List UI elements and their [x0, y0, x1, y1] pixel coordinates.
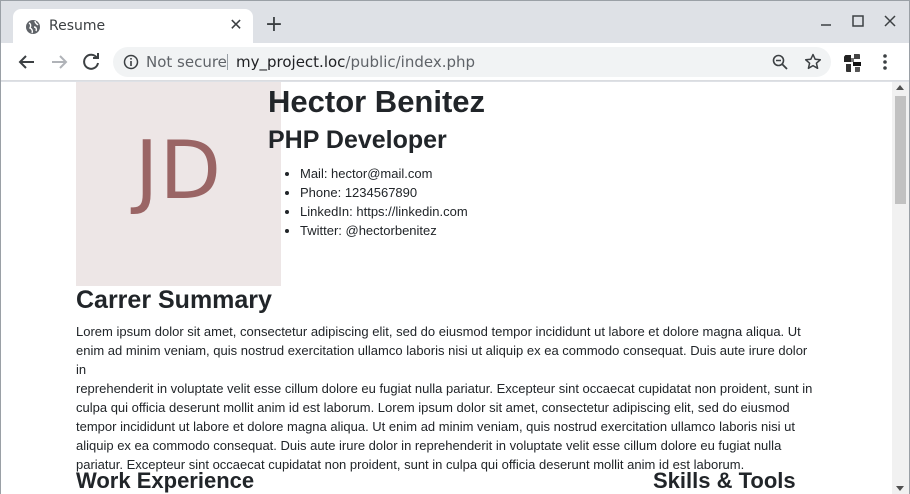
url-text[interactable]: my_project.loc/public/index.php [236, 53, 475, 71]
back-icon[interactable] [15, 50, 39, 74]
tab-title: Resume [49, 18, 106, 34]
reload-icon[interactable] [79, 50, 103, 74]
contact-list: Mail: hector@mail.com Phone: 1234567890 … [300, 164, 468, 240]
url-path: /public/index.php [345, 53, 476, 71]
summary-line: tempor incididunt ut labore et dolore ma… [76, 419, 795, 434]
contact-mail: Mail: hector@mail.com [300, 164, 468, 183]
menu-icon[interactable] [877, 52, 893, 72]
browser-window: Resume ✕ + Not secure my_project.loc/pub… [0, 0, 910, 494]
summary-paragraph: Lorem ipsum dolor sit amet, consectetur … [76, 322, 818, 474]
maximize-button[interactable] [848, 11, 868, 31]
url-host: my_project.loc [236, 53, 346, 71]
star-icon[interactable] [803, 52, 823, 72]
tab-resume[interactable]: Resume ✕ [13, 9, 253, 43]
contact-linkedin: LinkedIn: https://linkedin.com [300, 202, 468, 221]
profile-avatar[interactable] [842, 52, 864, 74]
profile-photo: JD [76, 82, 281, 286]
scroll-thumb[interactable] [895, 96, 906, 204]
summary-line: culpa qui officia deserunt mollit anim i… [76, 400, 790, 415]
new-tab-button[interactable]: + [263, 14, 285, 37]
close-tab-icon[interactable]: ✕ [227, 17, 245, 35]
photo-initials: JD [134, 124, 223, 217]
globe-icon [25, 19, 41, 35]
scroll-down-arrow-icon[interactable] [896, 486, 904, 491]
work-experience-heading: Work Experience [76, 468, 255, 493]
summary-line: Lorem ipsum dolor sit amet, consectetur … [76, 324, 801, 339]
contact-phone: Phone: 1234567890 [300, 183, 468, 202]
minimize-button[interactable] [816, 11, 836, 31]
vertical-scrollbar[interactable] [892, 82, 909, 494]
info-icon[interactable] [123, 54, 139, 70]
contact-twitter: Twitter: @hectorbenitez [300, 221, 468, 240]
zoom-out-icon[interactable] [771, 53, 789, 71]
address-bar[interactable]: Not secure my_project.loc/public/index.p… [113, 47, 831, 77]
scroll-up-arrow-icon[interactable] [896, 85, 904, 90]
tab-strip: Resume ✕ + [1, 1, 909, 43]
close-window-button[interactable] [880, 11, 900, 31]
candidate-role: PHP Developer [268, 126, 447, 154]
summary-line: aliquip ex ea commodo consequat. Duis au… [76, 438, 782, 453]
security-label[interactable]: Not secure [146, 53, 227, 71]
page-viewport: JD Hector Benitez PHP Developer Mail: he… [1, 82, 909, 494]
summary-line: enim ad minim veniam, quis nostrud exerc… [76, 343, 808, 377]
browser-toolbar: Not secure my_project.loc/public/index.p… [1, 43, 909, 81]
omnibox-divider [227, 54, 228, 70]
summary-heading: Carrer Summary [76, 286, 272, 314]
candidate-name: Hector Benitez [268, 84, 486, 119]
summary-line: reprehenderit in voluptate velit esse ci… [76, 381, 813, 396]
forward-icon[interactable] [47, 50, 71, 74]
skills-heading: Skills & Tools [653, 468, 796, 493]
